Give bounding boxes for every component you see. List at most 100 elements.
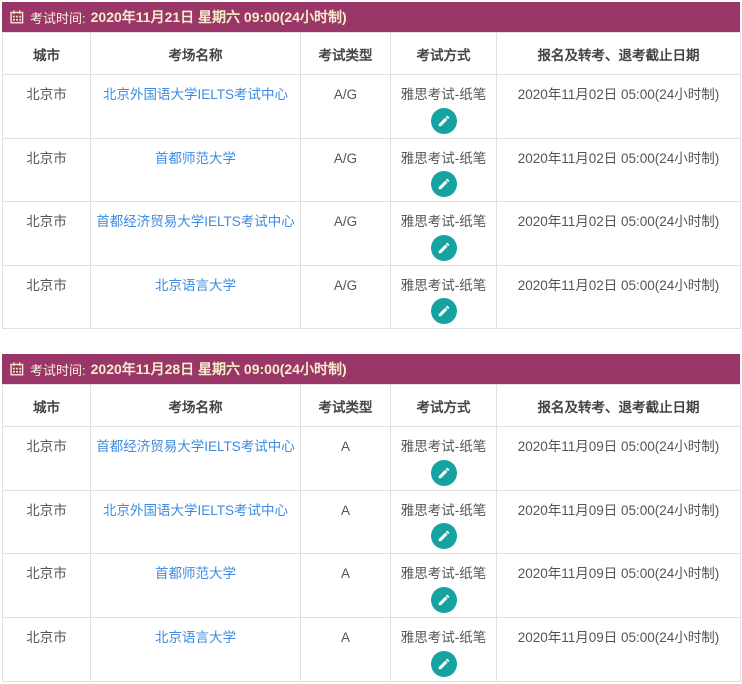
venue-link[interactable]: 首都师范大学 xyxy=(155,151,236,166)
method-cell: 雅思考试-纸笔 xyxy=(390,426,497,491)
col-header-venue: 考场名称 xyxy=(90,384,301,428)
city-cell: 北京市 xyxy=(2,137,91,203)
table-row: 北京市 北京语言大学 A 雅思考试-纸笔 2020年11月09日 05:00(2… xyxy=(2,616,741,682)
type-cell: A xyxy=(300,489,391,555)
venue-link[interactable]: 首都经济贸易大学IELTS考试中心 xyxy=(96,439,295,454)
edit-pencil-icon xyxy=(438,467,449,479)
deadline-cell: 2020年11月02日 05:00(24小时制) xyxy=(496,74,741,139)
deadline-cell: 2020年11月09日 05:00(24小时制) xyxy=(496,553,741,618)
calendar-icon xyxy=(10,9,24,24)
edit-pencil-button[interactable] xyxy=(430,107,457,134)
exam-sessions-page: 考试时间: 2020年11月21日 星期六 09:00(24小时制) 城市 考场… xyxy=(0,0,742,684)
edit-pencil-button[interactable] xyxy=(430,171,457,198)
method-cell: 雅思考试-纸笔 xyxy=(390,74,497,139)
deadline-cell: 2020年11月09日 05:00(24小时制) xyxy=(496,489,741,555)
edit-pencil-icon xyxy=(438,242,449,253)
deadline-cell: 2020年11月09日 05:00(24小时制) xyxy=(496,426,741,491)
venue-cell: 北京语言大学 xyxy=(90,616,301,682)
method-label: 雅思考试-纸笔 xyxy=(400,150,487,166)
edit-pencil-icon xyxy=(438,531,449,542)
venue-link[interactable]: 北京外国语大学IELTS考试中心 xyxy=(103,87,288,102)
venue-cell: 北京外国语大学IELTS考试中心 xyxy=(90,74,301,139)
method-cell: 雅思考试-纸笔 xyxy=(390,489,497,555)
table-row: 北京市 北京外国语大学IELTS考试中心 A/G 雅思考试-纸笔 2020年11… xyxy=(2,74,741,139)
calendar-icon xyxy=(10,362,24,376)
sessions-table-2: 城市 考场名称 考试类型 考试方式 报名及转考、退考截止日期 北京市 首都经济贸… xyxy=(2,384,741,682)
table-row: 北京市 北京语言大学 A/G 雅思考试-纸笔 2020年11月02日 05:00… xyxy=(2,264,741,330)
edit-pencil-button[interactable] xyxy=(430,298,457,325)
method-label: 雅思考试-纸笔 xyxy=(400,566,487,582)
session-time-label: 考试时间: xyxy=(30,362,86,378)
city-cell: 北京市 xyxy=(2,264,91,330)
table-row: 北京市 首都师范大学 A 雅思考试-纸笔 2020年11月09日 05:00(2… xyxy=(2,553,741,618)
venue-cell: 北京语言大学 xyxy=(90,264,301,330)
method-cell: 雅思考试-纸笔 xyxy=(390,616,497,682)
col-header-city: 城市 xyxy=(2,32,91,75)
method-label: 雅思考试-纸笔 xyxy=(400,502,487,518)
session-time-value: 2020年11月28日 星期六 09:00(24小时制) xyxy=(90,361,347,378)
session-time-label: 考试时间: xyxy=(30,10,86,26)
table-row: 北京市 首都经济贸易大学IELTS考试中心 A/G 雅思考试-纸笔 2020年1… xyxy=(2,201,741,266)
method-label: 雅思考试-纸笔 xyxy=(400,439,487,455)
col-header-method: 考试方式 xyxy=(390,384,497,428)
type-cell: A/G xyxy=(300,137,391,203)
type-cell: A xyxy=(300,553,391,618)
session-header: 考试时间: 2020年11月28日 星期六 09:00(24小时制) xyxy=(2,354,740,385)
exam-session-section-2: 考试时间: 2020年11月28日 星期六 09:00(24小时制) 城市 考场… xyxy=(2,354,741,682)
venue-link[interactable]: 首都师范大学 xyxy=(155,566,236,581)
method-cell: 雅思考试-纸笔 xyxy=(390,137,497,203)
edit-pencil-icon xyxy=(438,594,449,606)
table-header-row: 城市 考场名称 考试类型 考试方式 报名及转考、退考截止日期 xyxy=(2,32,741,75)
method-cell: 雅思考试-纸笔 xyxy=(390,553,497,618)
deadline-cell: 2020年11月09日 05:00(24小时制) xyxy=(496,616,741,682)
city-cell: 北京市 xyxy=(2,74,91,139)
venue-cell: 首都师范大学 xyxy=(90,137,301,203)
edit-pencil-icon xyxy=(438,305,449,317)
session-header: 考试时间: 2020年11月21日 星期六 09:00(24小时制) xyxy=(2,2,740,32)
table-row: 北京市 北京外国语大学IELTS考试中心 A 雅思考试-纸笔 2020年11月0… xyxy=(2,489,741,555)
col-header-type: 考试类型 xyxy=(300,384,391,428)
venue-cell: 首都师范大学 xyxy=(90,553,301,618)
exam-session-section-1: 考试时间: 2020年11月21日 星期六 09:00(24小时制) 城市 考场… xyxy=(2,2,741,330)
city-cell: 北京市 xyxy=(2,426,91,491)
method-label: 雅思考试-纸笔 xyxy=(400,87,487,102)
venue-link[interactable]: 北京外国语大学IELTS考试中心 xyxy=(103,503,288,518)
venue-link[interactable]: 北京语言大学 xyxy=(155,630,236,645)
city-cell: 北京市 xyxy=(2,489,91,555)
edit-pencil-button[interactable] xyxy=(430,234,457,261)
col-header-type: 考试类型 xyxy=(300,32,391,75)
type-cell: A/G xyxy=(300,201,391,266)
table-row: 北京市 首都经济贸易大学IELTS考试中心 A 雅思考试-纸笔 2020年11月… xyxy=(2,426,741,491)
col-header-deadline: 报名及转考、退考截止日期 xyxy=(496,32,741,75)
sessions-table-1: 城市 考场名称 考试类型 考试方式 报名及转考、退考截止日期 北京市 北京外国语… xyxy=(2,32,741,330)
session-time-value: 2020年11月21日 星期六 09:00(24小时制) xyxy=(90,9,347,25)
method-cell: 雅思考试-纸笔 xyxy=(390,264,497,330)
method-label: 雅思考试-纸笔 xyxy=(400,629,487,645)
edit-pencil-button[interactable] xyxy=(430,586,457,613)
method-label: 雅思考试-纸笔 xyxy=(400,277,487,293)
deadline-cell: 2020年11月02日 05:00(24小时制) xyxy=(496,264,741,330)
deadline-cell: 2020年11月02日 05:00(24小时制) xyxy=(496,201,741,266)
edit-pencil-icon xyxy=(438,178,449,190)
method-label: 雅思考试-纸笔 xyxy=(400,214,487,230)
edit-pencil-button[interactable] xyxy=(430,459,457,486)
type-cell: A xyxy=(300,426,391,491)
col-header-deadline: 报名及转考、退考截止日期 xyxy=(496,384,741,428)
venue-cell: 首都经济贸易大学IELTS考试中心 xyxy=(90,201,301,266)
type-cell: A xyxy=(300,616,391,682)
type-cell: A/G xyxy=(300,74,391,139)
venue-link[interactable]: 北京语言大学 xyxy=(155,278,236,293)
city-cell: 北京市 xyxy=(2,201,91,266)
edit-pencil-button[interactable] xyxy=(430,523,457,550)
city-cell: 北京市 xyxy=(2,553,91,618)
method-cell: 雅思考试-纸笔 xyxy=(390,201,497,266)
venue-link[interactable]: 首都经济贸易大学IELTS考试中心 xyxy=(96,214,295,229)
edit-pencil-button[interactable] xyxy=(430,650,457,677)
col-header-method: 考试方式 xyxy=(390,32,497,75)
type-cell: A/G xyxy=(300,264,391,330)
table-row: 北京市 首都师范大学 A/G 雅思考试-纸笔 2020年11月02日 05:00… xyxy=(2,137,741,203)
city-cell: 北京市 xyxy=(2,616,91,682)
col-header-venue: 考场名称 xyxy=(90,32,301,75)
venue-cell: 首都经济贸易大学IELTS考试中心 xyxy=(90,426,301,491)
col-header-city: 城市 xyxy=(2,384,91,428)
